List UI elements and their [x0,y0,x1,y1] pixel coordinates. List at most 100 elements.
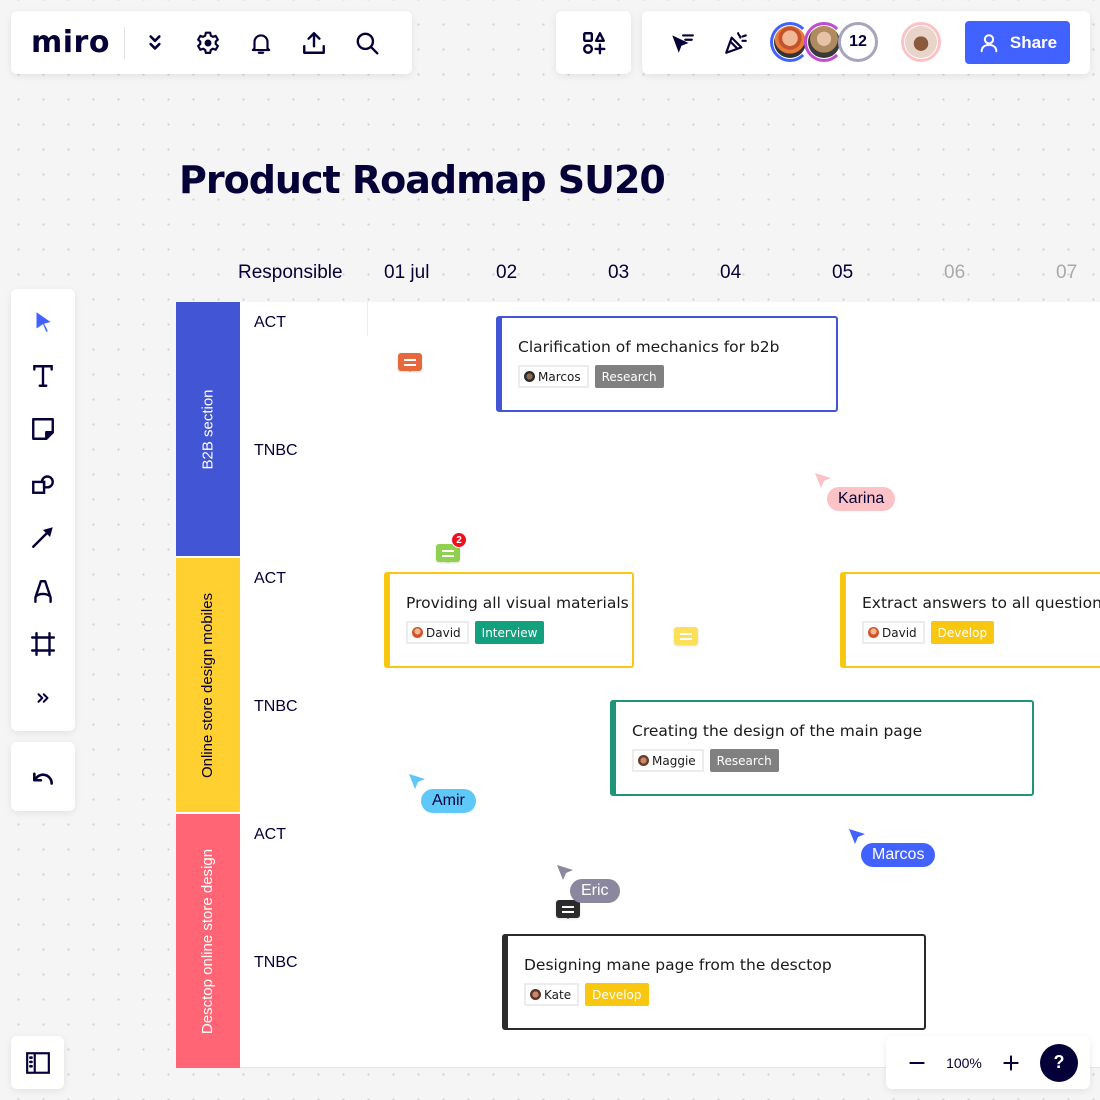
cursor-arrow-icon [815,473,831,488]
comment-icon[interactable] [556,900,580,919]
cursor-visibility-button[interactable] [662,23,702,63]
pointer-icon [36,312,51,332]
frames-list-button[interactable] [18,1043,58,1083]
share-label: Share [1009,32,1058,52]
frames-list-icon [25,1051,50,1074]
comment-lines [404,358,416,361]
roadmap-card[interactable]: Creating the design of the main page Magg… [610,700,1034,796]
assignee-avatar-icon [530,989,541,1000]
shapes-plus-icon [582,31,605,54]
comment-icon[interactable] [398,353,422,372]
gear-icon [197,31,219,54]
assignee-tag[interactable]: Maggie [632,749,704,772]
pen-tool[interactable] [23,571,63,611]
assignee-avatar-icon [412,627,423,638]
zoom-in-button[interactable] [996,1043,1026,1083]
sticky-note-tool[interactable] [23,409,63,449]
board-title[interactable]: Product Roadmap SU20 [179,158,666,202]
chevron-double-down-icon [149,34,161,50]
section-label-band[interactable]: Desctop online store design [176,814,240,1068]
card-title: Designing mane page from the desctop [524,956,832,974]
column-header-date: 03 [608,262,630,283]
status-tag[interactable]: Develop [930,621,995,644]
minus-icon [909,1061,925,1064]
row-label: TNBC [254,698,298,715]
avatar-face [808,26,840,58]
sticky-note-icon [32,418,54,441]
more-tools-button[interactable] [23,678,63,718]
card-tags: David Interview [406,621,632,644]
roadmap-card[interactable]: Designing mane page from the desctop Kate… [502,934,926,1030]
assignee-avatar-icon [638,755,649,766]
card-title: Providing all visual materials [406,594,629,612]
column-header-responsible: Responsible [238,262,343,283]
assignee-tag[interactable]: David [862,621,925,644]
row-label: TNBC [254,954,298,971]
column-header-date: 04 [720,262,742,283]
column-header-date: 05 [832,262,854,283]
section-label-band[interactable]: B2B section [176,302,240,556]
status-tag[interactable]: Research [594,365,664,388]
settings-button[interactable] [188,23,228,63]
collaborator-cursor-label: Amir [421,789,476,813]
section-label-band[interactable]: Online store design mobiles [176,558,240,812]
miro-logo[interactable]: miro [31,25,110,60]
cursor-arrow-icon [557,865,573,880]
cursor-arrow-icon [849,829,865,844]
section-title: Desctop online store design [199,848,217,1034]
help-icon: ? [1053,1052,1065,1072]
search-icon [356,32,379,54]
text-tool[interactable] [23,356,63,396]
undo-button[interactable] [23,757,63,797]
board-menu-button[interactable] [135,23,175,63]
row-label: TNBC [254,442,298,459]
card-title: Clarification of mechanics for b2b [518,338,780,356]
apps-panel [556,11,631,74]
zoom-level[interactable]: 100% [946,1055,982,1071]
assignee-name: Maggie [652,753,696,768]
status-tag[interactable]: Interview [474,621,545,644]
text-icon [33,364,53,387]
status-tag[interactable]: Research [709,749,779,772]
assignee-name: David [882,625,917,640]
avatar-face [905,26,937,58]
assignee-tag[interactable]: Kate [524,983,580,1006]
arrow-icon [32,527,53,548]
apps-button[interactable] [574,23,614,63]
undo-icon [33,771,53,785]
participants-count[interactable]: 12 [838,22,878,62]
frame-tool[interactable] [23,624,63,664]
help-button[interactable]: ? [1040,1043,1078,1082]
celebrate-button[interactable] [716,23,756,63]
arrow-tool[interactable] [23,517,63,557]
roadmap-card[interactable]: Extract answers to all questions David Dev… [840,572,1100,668]
plus-icon [1003,1054,1019,1071]
assignee-tag[interactable]: Marcos [518,365,589,388]
share-button[interactable]: Share [965,21,1070,64]
shapes-tool[interactable] [23,463,63,503]
celebration-icon [725,31,747,54]
frame-icon [30,632,56,657]
my-avatar[interactable] [901,22,941,62]
collaborator-cursor-label: Marcos [861,843,936,867]
export-button[interactable] [294,23,334,63]
status-tag[interactable]: Develop [585,983,649,1006]
select-tool[interactable] [23,302,63,342]
frames-panel [11,1036,64,1089]
search-button[interactable] [347,23,387,63]
comment-lines [680,632,692,635]
main-menu-panel: miro [11,11,412,74]
user-icon [980,33,998,52]
roadmap-card[interactable]: Providing all visual materials David Inter… [384,572,634,668]
column-header-date: 02 [496,262,518,283]
section-title: Online store design mobiles [199,592,217,778]
assignee-tag[interactable]: David [406,621,469,644]
comment-icon[interactable] [674,627,698,646]
roadmap-card[interactable]: Clarification of mechanics for b2b Marcos… [496,316,838,412]
row-label: ACT [254,314,286,331]
shapes-icon [32,475,54,495]
zoom-out-button[interactable] [902,1043,932,1083]
assignee-name: Marcos [538,369,581,384]
comment-count-badge: 2 [451,532,467,548]
notifications-button[interactable] [241,23,281,63]
